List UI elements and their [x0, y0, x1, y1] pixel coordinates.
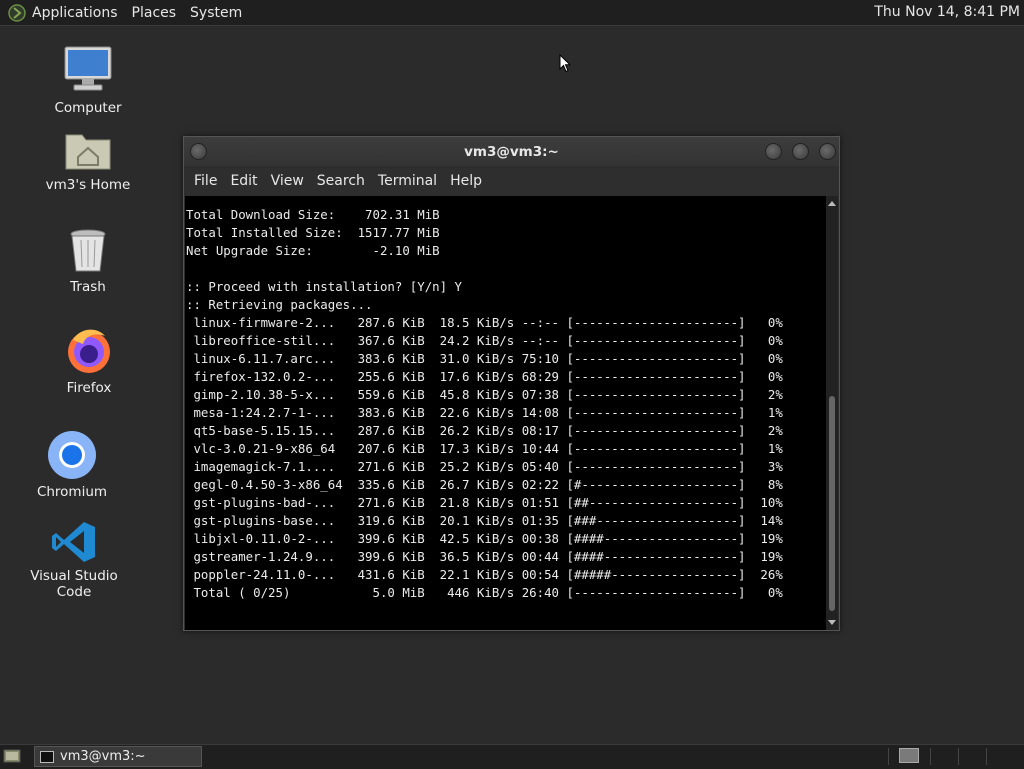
window-menubar: File Edit View Search Terminal Help — [184, 166, 839, 196]
menu-help[interactable]: Help — [450, 173, 482, 189]
desktop-icon-trash[interactable]: Trash — [28, 227, 148, 295]
menu-terminal[interactable]: Terminal — [378, 173, 437, 189]
window-titlebar[interactable]: vm3@vm3:~ — [184, 137, 839, 166]
close-button[interactable] — [819, 143, 836, 160]
window-title: vm3@vm3:~ — [464, 144, 559, 160]
desktop-icon-label: vm3's Home — [45, 177, 131, 193]
panel-clock[interactable]: Thu Nov 14, 8:41 PM — [874, 4, 1020, 20]
computer-icon — [64, 46, 112, 91]
workspace-divider — [888, 748, 889, 765]
scroll-up-arrow-icon[interactable] — [828, 201, 836, 206]
desktop-icon-label: Firefox — [66, 380, 112, 396]
workspace-divider — [986, 748, 987, 765]
mate-logo-icon[interactable] — [8, 3, 26, 22]
bottom-panel: vm3@vm3:~ — [0, 744, 1024, 769]
vscode-icon — [52, 522, 95, 562]
mouse-cursor-icon — [559, 54, 571, 73]
terminal-output[interactable]: Total Download Size: 702.31 MiB Total In… — [185, 196, 826, 630]
desktop-icon-label: Chromium — [36, 484, 108, 500]
desktop-icon-computer[interactable]: Computer — [28, 44, 148, 116]
home-folder-icon — [65, 134, 111, 170]
top-panel: Applications Places System Thu Nov 14, 8… — [0, 0, 1024, 26]
desktop-icon-firefox[interactable]: Firefox — [29, 326, 149, 396]
taskbar-window-button[interactable]: vm3@vm3:~ — [34, 746, 202, 767]
menu-file[interactable]: File — [194, 173, 217, 189]
scroll-down-arrow-icon[interactable] — [828, 620, 836, 625]
places-menu[interactable]: Places — [132, 5, 177, 21]
show-desktop-icon[interactable] — [3, 748, 21, 764]
applications-menu[interactable]: Applications — [32, 5, 118, 21]
menu-view[interactable]: View — [271, 173, 304, 189]
desktop-icon-label: Visual Studio Code — [30, 568, 118, 600]
system-menu[interactable]: System — [190, 5, 242, 21]
taskbar-window-label: vm3@vm3:~ — [60, 749, 146, 764]
minimize-button[interactable] — [765, 143, 782, 160]
workspace-divider — [958, 748, 959, 765]
workspace-divider — [930, 748, 931, 765]
menu-edit[interactable]: Edit — [230, 173, 257, 189]
desktop-icon-label: Computer — [54, 100, 122, 116]
terminal-icon — [40, 750, 54, 763]
chromium-icon — [48, 431, 96, 479]
desktop-icon-vscode[interactable]: Visual Studio Code — [14, 520, 134, 600]
maximize-button[interactable] — [792, 143, 809, 160]
workspace-switcher-1[interactable] — [899, 748, 919, 763]
scrollbar-thumb[interactable] — [829, 396, 835, 611]
firefox-icon — [68, 329, 110, 373]
terminal-window[interactable]: vm3@vm3:~ File Edit View Search Terminal… — [183, 136, 840, 631]
terminal-scrollbar[interactable] — [826, 196, 838, 630]
terminal-text: Total Download Size: 702.31 MiB Total In… — [186, 207, 783, 600]
menu-search[interactable]: Search — [317, 173, 365, 189]
desktop-icon-chromium[interactable]: Chromium — [12, 430, 132, 500]
trash-icon — [70, 229, 106, 272]
desktop-icon-label: Trash — [70, 279, 106, 295]
desktop-icon-home[interactable]: vm3's Home — [28, 127, 148, 193]
